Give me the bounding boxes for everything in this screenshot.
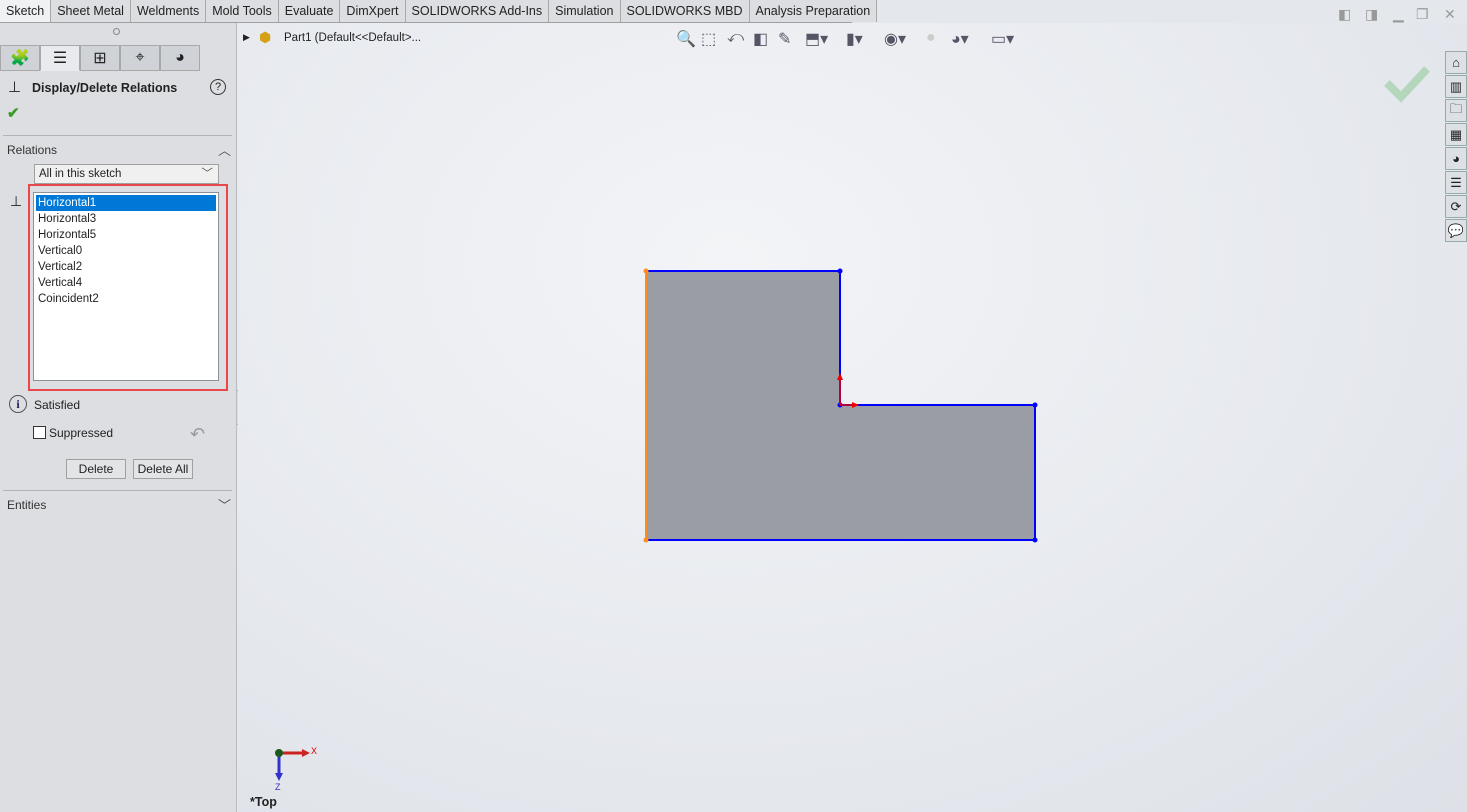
relation-list-item[interactable]: Horizontal3 [34, 211, 218, 227]
divider [3, 135, 232, 136]
status-text: Satisfied [34, 398, 81, 412]
solidworks-resources-icon[interactable]: ⌂ [1445, 51, 1467, 74]
relation-list-item[interactable]: Vertical0 [34, 243, 218, 259]
feature-manager-tab[interactable]: 🧩 [0, 45, 40, 71]
suppressed-checkbox[interactable] [33, 426, 46, 439]
z-axis-label: Z [275, 782, 281, 792]
file-explorer-icon[interactable]: 🗀 [1445, 99, 1467, 122]
sketch-origin-icon [837, 373, 859, 408]
design-library-icon[interactable]: ▥ [1445, 75, 1467, 98]
close-icon[interactable]: ✕ [1444, 6, 1456, 23]
sketch-canvas [275, 268, 1038, 781]
ribbon-tab[interactable]: SOLIDWORKS MBD [620, 0, 750, 22]
relation-list-item[interactable]: Horizontal5 [34, 227, 218, 243]
relation-list-item[interactable]: Horizontal1 [36, 195, 216, 211]
undo-icon[interactable]: ↶ [190, 424, 205, 445]
x-axis-label: X [311, 746, 318, 756]
panel-grip-icon[interactable] [113, 28, 120, 35]
suppressed-label: Suppressed [49, 426, 114, 440]
restore-icon[interactable]: ❐ [1416, 6, 1429, 23]
ribbon-tab[interactable]: Weldments [130, 0, 207, 22]
chevron-down-icon[interactable]: ﹀ [218, 495, 231, 514]
relations-icon: ⊥ [8, 79, 22, 96]
relation-list-item[interactable]: Vertical4 [34, 275, 218, 291]
divider [3, 490, 232, 491]
dimxpert-manager-tab[interactable]: ⌖ [120, 45, 160, 71]
minimize-icon[interactable]: ▁ [1393, 6, 1404, 23]
filter-value: All in this sketch [39, 168, 122, 180]
ribbon-tab[interactable]: Mold Tools [206, 0, 279, 22]
view-orientation-label: *Top [250, 795, 277, 809]
ribbon-tab[interactable]: Evaluate [278, 0, 341, 22]
chevron-up-icon[interactable]: ︿ [218, 140, 231, 159]
panel-title: Display/Delete Relations [32, 81, 178, 95]
ribbon-tab[interactable]: Sheet Metal [51, 0, 131, 22]
relation-list-item[interactable]: Coincident2 [34, 291, 218, 307]
relations-filter-select[interactable]: All in this sketch ﹀ [34, 164, 219, 184]
tile-right-icon[interactable]: ◨ [1365, 6, 1378, 23]
help-icon[interactable]: ? [210, 79, 226, 95]
property-manager: 🧩 ☰ ⊞ ⌖ ◕ ⊥ Display/Delete Relations ? ✔… [0, 23, 237, 812]
relations-list-icon: ⊥ [10, 193, 23, 209]
chevron-down-icon: ﹀ [201, 168, 214, 180]
triad-icon [275, 749, 310, 781]
configuration-manager-tab[interactable]: ⊞ [80, 45, 120, 71]
ribbon-tab[interactable]: SOLIDWORKS Add-Ins [405, 0, 550, 22]
view-palette-icon[interactable]: ▦ [1445, 123, 1467, 146]
property-manager-tab[interactable]: ☰ [40, 45, 80, 71]
display-manager-tab[interactable]: ◕ [160, 45, 200, 71]
ribbon-tab[interactable]: DimXpert [340, 0, 406, 22]
relation-list-item[interactable]: Vertical2 [34, 259, 218, 275]
relations-list[interactable]: Horizontal1 Horizontal3 Horizontal5 Vertica… [33, 192, 219, 381]
appearances-icon[interactable]: ◕ [1445, 147, 1467, 170]
ribbon-tabs: Sketch Sheet Metal Weldments Mold Tools Eval… [0, 0, 878, 23]
forum-chat-icon[interactable]: 💬 [1445, 219, 1467, 242]
delete-button[interactable]: Delete [66, 459, 126, 479]
ribbon-tab[interactable]: Analysis Preparation [749, 0, 878, 22]
graphics-area[interactable]: ▶ ⬢ Part1 (Default<<Default>... 🔍 ⬚ ⤺ ◧ … [238, 23, 1467, 812]
ok-checkmark-button[interactable]: ✔ [7, 104, 20, 122]
ribbon-tab[interactable]: Simulation [549, 0, 621, 22]
info-icon: i [9, 395, 27, 413]
ribbon-tab[interactable]: Sketch [0, 0, 52, 22]
entities-section-header[interactable]: Entities [7, 498, 46, 512]
relations-section-header[interactable]: Relations [7, 143, 57, 157]
delete-all-button[interactable]: Delete All [133, 459, 193, 479]
tile-left-icon[interactable]: ◧ [1338, 6, 1351, 23]
solidworks-forum-icon[interactable]: ⟳ [1445, 195, 1467, 218]
custom-properties-icon[interactable]: ☰ [1445, 171, 1467, 194]
